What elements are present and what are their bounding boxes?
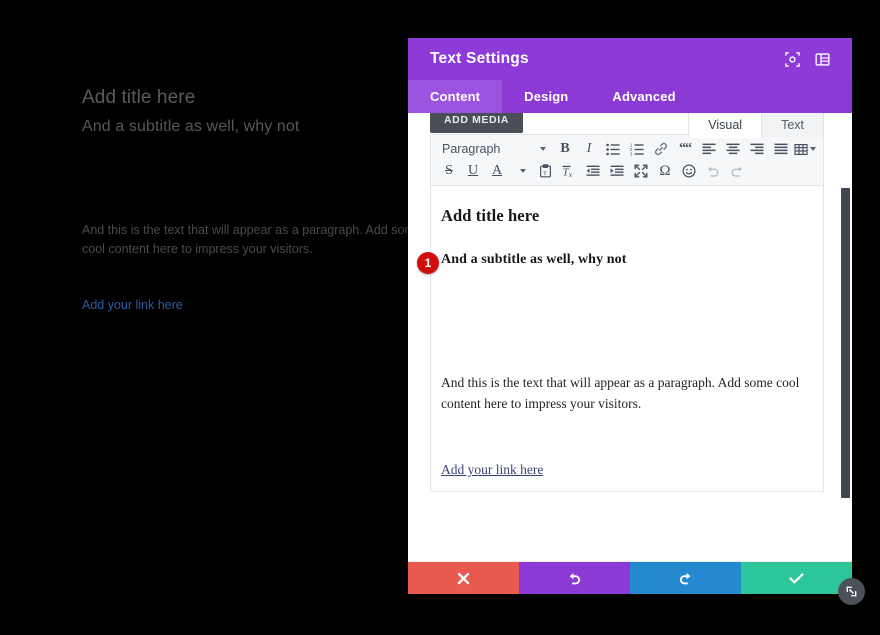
modal-scrollbar[interactable] [841, 188, 850, 498]
paste-as-text-icon[interactable]: T [533, 160, 557, 182]
toolbar-row-1: Paragraph B I [437, 138, 819, 160]
emoji-icon[interactable] [677, 160, 701, 182]
undo-arrow-icon [567, 571, 582, 586]
cancel-button[interactable] [408, 562, 519, 594]
align-left-icon[interactable] [697, 138, 721, 160]
bulleted-list-icon[interactable] [601, 138, 625, 160]
align-center-icon[interactable] [721, 138, 745, 160]
modal-footer [408, 562, 852, 594]
add-media-button[interactable]: ADD MEDIA [430, 113, 523, 133]
svg-text:T: T [543, 171, 547, 177]
editor-paragraph: And this is the text that will appear as… [441, 373, 811, 415]
modal-title: Text Settings [430, 50, 774, 68]
numbered-list-icon[interactable]: 1 2 3 [625, 138, 649, 160]
redo-icon[interactable] [725, 160, 749, 182]
special-character-icon[interactable]: Ω [653, 160, 677, 182]
tab-content[interactable]: Content [408, 80, 502, 113]
text-settings-modal: Text Settings Content Design Advanced [408, 38, 852, 594]
backdrop-link[interactable]: Add your link here [82, 298, 183, 312]
text-color-icon[interactable]: A [485, 160, 509, 182]
tab-text[interactable]: Text [761, 113, 824, 138]
diagonal-resize-icon [844, 584, 859, 599]
format-select-caret[interactable] [529, 138, 553, 160]
layout-columns-icon[interactable] [810, 47, 834, 71]
fullscreen-icon[interactable] [780, 47, 804, 71]
editor-subheading: And a subtitle as well, why not [441, 252, 811, 268]
align-right-icon[interactable] [745, 138, 769, 160]
modal-header: Text Settings [408, 38, 852, 80]
link-icon[interactable] [649, 138, 673, 160]
backdrop-paragraph: And this is the text that will appear as… [82, 221, 442, 259]
align-justify-icon[interactable] [769, 138, 793, 160]
step-badge-1: 1 [417, 252, 439, 274]
editor-link[interactable]: Add your link here [441, 462, 543, 478]
table-icon[interactable] [793, 138, 817, 160]
redo-button[interactable] [630, 562, 741, 594]
text-color-caret[interactable] [509, 160, 533, 182]
clear-formatting-icon[interactable]: T x [557, 160, 581, 182]
format-select[interactable]: Paragraph [437, 138, 529, 160]
undo-button[interactable] [519, 562, 630, 594]
blockquote-icon[interactable]: ““ [673, 138, 697, 160]
toolbar-row-2: S U A T [437, 160, 819, 182]
editor-content-area[interactable]: Add title here And a subtitle as well, w… [430, 186, 824, 492]
modal-tab-bar: Content Design Advanced [408, 80, 852, 113]
tab-advanced[interactable]: Advanced [590, 80, 697, 113]
bold-icon[interactable]: B [553, 138, 577, 160]
accordion-background[interactable]: Background [408, 561, 852, 562]
indent-icon[interactable] [605, 160, 629, 182]
svg-text:x: x [569, 173, 572, 178]
modal-body: ADD MEDIA Visual Text Paragraph B [408, 113, 852, 562]
italic-icon[interactable]: I [577, 138, 601, 160]
editor-toolbar: Paragraph B I [430, 134, 824, 186]
editor-heading: Add title here [441, 206, 811, 226]
resize-handle[interactable] [838, 578, 865, 605]
save-button[interactable] [741, 562, 852, 594]
strikethrough-icon[interactable]: S [437, 160, 461, 182]
add-media-row: ADD MEDIA [430, 113, 523, 134]
close-x-icon [457, 572, 470, 585]
format-select-label: Paragraph [442, 142, 500, 156]
editor-mode-tabs: Visual Text [689, 113, 824, 138]
outdent-icon[interactable] [581, 160, 605, 182]
tab-design[interactable]: Design [502, 80, 590, 113]
undo-icon[interactable] [701, 160, 725, 182]
underline-icon[interactable]: U [461, 160, 485, 182]
check-icon [789, 572, 804, 585]
redo-arrow-icon [678, 571, 693, 586]
svg-text:3: 3 [630, 151, 633, 155]
tab-visual[interactable]: Visual [688, 113, 762, 138]
fullscreen-expand-icon[interactable] [629, 160, 653, 182]
